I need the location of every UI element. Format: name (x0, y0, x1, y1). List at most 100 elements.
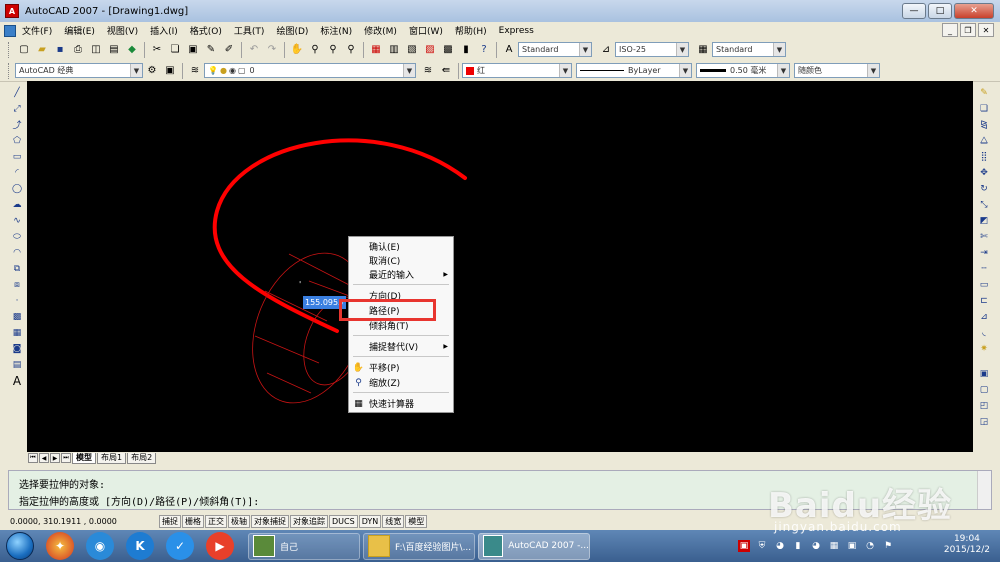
text-style-select[interactable]: Standard ▼ (518, 42, 592, 57)
next-tab-icon[interactable]: ▶ (50, 453, 60, 463)
chamfer-icon[interactable]: ⊿ (976, 309, 992, 324)
task-button-folder[interactable]: F:\百度经验图片\... (363, 532, 475, 560)
open-icon[interactable]: ▰ (34, 42, 50, 58)
scale-icon[interactable]: ⤡ (976, 197, 992, 212)
rectangle-icon[interactable]: ▭ (9, 149, 25, 164)
undo-icon[interactable]: ↶ (246, 42, 262, 58)
dim-style-icon[interactable]: ⊿ (598, 42, 614, 58)
dim-style-select[interactable]: ISO-25 ▼ (615, 42, 689, 57)
region-icon[interactable]: ◙ (9, 341, 25, 356)
multiline-text-icon[interactable]: A (9, 373, 25, 388)
break-at-point-icon[interactable]: ╌ (976, 261, 992, 276)
make-current-layer-icon[interactable]: ≋ (420, 63, 436, 79)
menu-dimension[interactable]: 标注(N) (314, 24, 358, 37)
plotstyle-select[interactable]: 随颜色 ▼ (794, 63, 880, 78)
calculator-icon[interactable]: ▮ (458, 42, 474, 58)
media-player-pin-icon[interactable]: ▶ (206, 532, 234, 560)
ortho-toggle[interactable]: 正交 (205, 514, 227, 528)
ctx-cancel[interactable]: 取消(C) (349, 254, 453, 267)
dyn-toggle[interactable]: DYN (358, 514, 382, 528)
design-center-icon[interactable]: ▥ (386, 42, 402, 58)
workspace-select[interactable]: AutoCAD 经典 ▼ (15, 63, 143, 78)
markup-icon[interactable]: ▩ (440, 42, 456, 58)
tray-qq-icon[interactable]: ◕ (774, 540, 786, 552)
ellipse-icon[interactable]: ⬭ (9, 229, 25, 244)
print-icon[interactable]: ⎙ (70, 42, 86, 58)
ctx-path[interactable]: 路径(P) (349, 304, 453, 317)
draw-order-under-icon[interactable]: ◲ (976, 414, 992, 429)
line-icon[interactable]: ╱ (9, 85, 25, 100)
draw-order-above-icon[interactable]: ◰ (976, 398, 992, 413)
table-icon[interactable]: ▤ (9, 357, 25, 372)
menu-draw[interactable]: 绘图(D) (270, 24, 314, 37)
layer-manager-icon[interactable]: ≋ (187, 63, 203, 79)
mirror-icon[interactable]: ⧎ (976, 117, 992, 132)
tool-palettes-icon[interactable]: ▧ (404, 42, 420, 58)
tray-chart-icon[interactable]: ▮ (792, 540, 804, 552)
linetype-select[interactable]: ByLayer ▼ (576, 63, 692, 78)
properties-icon[interactable]: ▦ (368, 42, 384, 58)
task-button-autocad[interactable]: AutoCAD 2007 -... (478, 532, 590, 560)
ellipse-arc-icon[interactable]: ◠ (9, 245, 25, 260)
tray-qq2-icon[interactable]: ◕ (810, 540, 822, 552)
menu-express[interactable]: Express (493, 26, 540, 36)
ctx-zoom[interactable]: ⚲ 缩放(Z) (349, 376, 453, 390)
gradient-icon[interactable]: ▦ (9, 325, 25, 340)
zoom-previous-icon[interactable]: ⚲ (343, 42, 359, 58)
ie-pin-icon[interactable]: ◉ (86, 532, 114, 560)
ctx-recent-input[interactable]: 最近的输入 ▶ (349, 268, 453, 281)
tray-shield-icon[interactable]: ⛨ (756, 540, 768, 552)
menu-edit[interactable]: 编辑(E) (58, 24, 101, 37)
spline-icon[interactable]: ∿ (9, 213, 25, 228)
dynamic-input-field[interactable]: 155.0955 (303, 296, 346, 309)
text-style-icon[interactable]: A (501, 42, 517, 58)
coordinate-readout[interactable]: 0.0000, 310.1911 , 0.0000 (10, 517, 158, 526)
fillet-icon[interactable]: ◟ (976, 325, 992, 340)
draw-order-front-icon[interactable]: ▣ (976, 366, 992, 381)
break-icon[interactable]: ▭ (976, 277, 992, 292)
explode-icon[interactable]: ✷ (976, 341, 992, 356)
polyline-icon[interactable]: ⤴ (9, 117, 25, 132)
document-icon[interactable] (4, 24, 16, 37)
plot-icon[interactable]: ◆ (124, 42, 140, 58)
ctx-direction[interactable]: 方向(D) (349, 289, 453, 302)
menu-view[interactable]: 视图(V) (101, 24, 144, 37)
point-icon[interactable]: · (9, 293, 25, 308)
tray-flag-icon[interactable]: ⚑ (882, 540, 894, 552)
layer-previous-icon[interactable]: ⇚ (438, 63, 454, 79)
menu-window[interactable]: 窗口(W) (403, 24, 449, 37)
workspace-settings-icon[interactable]: ⚙ (144, 63, 160, 79)
doc-close-button[interactable]: ✕ (978, 23, 994, 37)
start-button[interactable] (6, 532, 34, 560)
doc-minimize-button[interactable]: _ (942, 23, 958, 37)
shield-pin-icon[interactable]: ✓ (166, 532, 194, 560)
insert-block-icon[interactable]: ⧉ (9, 261, 25, 276)
pan-icon[interactable]: ✋ (289, 42, 305, 58)
stretch-icon[interactable]: ◩ (976, 213, 992, 228)
prev-tab-icon[interactable]: ◀ (39, 453, 49, 463)
revision-cloud-icon[interactable]: ☁ (9, 197, 25, 212)
drawing-canvas[interactable]: ' 155.0955 (27, 81, 973, 452)
erase-icon[interactable]: ✎ (976, 85, 992, 100)
print-preview-icon[interactable]: ◫ (88, 42, 104, 58)
menu-modify[interactable]: 修改(M) (358, 24, 403, 37)
block-editor-icon[interactable]: ✐ (221, 42, 237, 58)
hatch-icon[interactable]: ▩ (9, 309, 25, 324)
new-icon[interactable]: ▢ (16, 42, 32, 58)
tray-grid-icon[interactable]: ▦ (828, 540, 840, 552)
save-icon[interactable]: ▪ (52, 42, 68, 58)
help-icon[interactable]: ? (476, 42, 492, 58)
toolbar-grip[interactable] (8, 62, 11, 79)
osnap-toggle[interactable]: 对象捕捉 (251, 514, 289, 528)
first-tab-icon[interactable]: ⏮ (28, 453, 38, 463)
move-icon[interactable]: ✥ (976, 165, 992, 180)
command-scrollbar[interactable] (977, 471, 991, 509)
tab-model[interactable]: 模型 (72, 452, 96, 464)
rotate-icon[interactable]: ↻ (976, 181, 992, 196)
construction-line-icon[interactable]: ⤢ (9, 101, 25, 116)
toolbar-grip[interactable] (8, 41, 11, 58)
paste-icon[interactable]: ▣ (185, 42, 201, 58)
make-block-icon[interactable]: ⧈ (9, 277, 25, 292)
menu-file[interactable]: 文件(F) (16, 24, 58, 37)
lineweight-select[interactable]: 0.50 毫米 ▼ (696, 63, 790, 78)
